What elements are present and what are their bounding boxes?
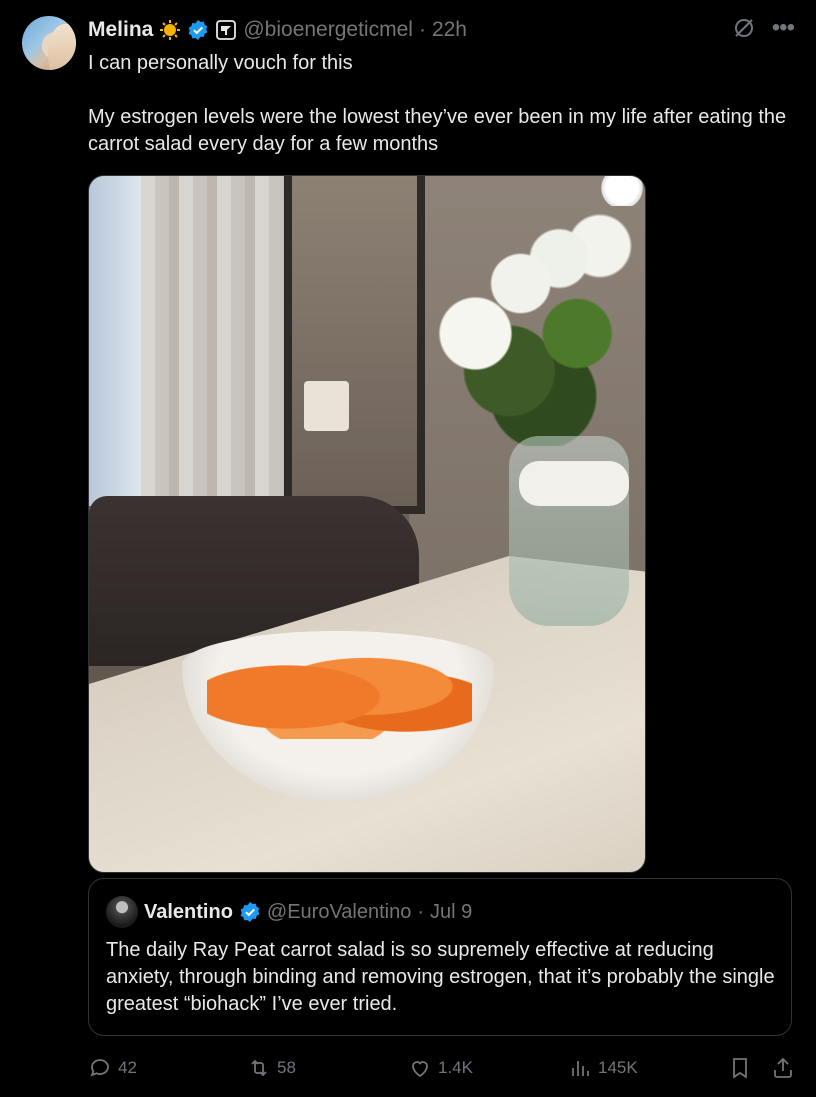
author-handle[interactable]: @bioenergeticmel xyxy=(243,18,413,42)
tweet-photo[interactable] xyxy=(88,175,646,873)
tweet-top-actions: ••• xyxy=(732,16,795,40)
tweet-paragraph: My estrogen levels were the lowest they’… xyxy=(88,106,787,155)
author-name[interactable]: Melina xyxy=(88,18,153,42)
views-icon xyxy=(572,1061,589,1076)
quoted-tweet-date: Jul 9 xyxy=(430,900,473,923)
bookmark-button[interactable] xyxy=(728,1053,752,1083)
like-count: 1.4K xyxy=(438,1058,473,1077)
verified-icon xyxy=(240,902,260,922)
separator: · xyxy=(417,900,425,923)
repost-count: 58 xyxy=(277,1058,296,1077)
tweet-time[interactable]: 22h xyxy=(432,18,467,42)
quoted-author-name: Valentino xyxy=(144,900,233,923)
repost-button[interactable]: 58 xyxy=(247,1053,296,1083)
action-bar: 42 58 1.4K 145K xyxy=(88,1053,798,1083)
quoted-author-avatar xyxy=(106,896,138,928)
bookmark-icon xyxy=(733,1058,747,1079)
views-button[interactable]: 145K xyxy=(568,1053,638,1083)
reply-count: 42 xyxy=(118,1058,137,1077)
grok-icon[interactable] xyxy=(732,16,756,40)
tweet-text: I can personally vouch for this My estro… xyxy=(88,50,798,158)
reply-button[interactable]: 42 xyxy=(88,1053,137,1083)
quoted-author-handle: @EuroValentino xyxy=(266,900,412,923)
sun-emoji-icon xyxy=(160,20,181,40)
quoted-tweet[interactable]: Valentino @EuroValentino · Jul 9 The dai… xyxy=(88,878,792,1036)
share-icon xyxy=(774,1057,792,1078)
more-icon[interactable]: ••• xyxy=(772,16,795,40)
affiliate-icon[interactable] xyxy=(215,19,237,41)
author-avatar[interactable] xyxy=(22,16,76,70)
tweet-header: Melina @bioenergeticmel · 22h xyxy=(88,16,467,44)
tweet-paragraph: I can personally vouch for this xyxy=(88,52,353,74)
reply-icon xyxy=(90,1059,109,1077)
views-count: 145K xyxy=(598,1058,638,1077)
separator: · xyxy=(418,18,426,41)
quoted-tweet-text: The daily Ray Peat carrot salad is so su… xyxy=(106,939,775,1015)
repost-icon xyxy=(251,1059,267,1077)
verified-icon[interactable] xyxy=(187,19,209,41)
like-button[interactable]: 1.4K xyxy=(408,1053,473,1083)
share-button[interactable] xyxy=(771,1053,795,1083)
like-icon xyxy=(412,1061,428,1078)
quoted-tweet-header: Valentino @EuroValentino · Jul 9 xyxy=(106,896,472,928)
